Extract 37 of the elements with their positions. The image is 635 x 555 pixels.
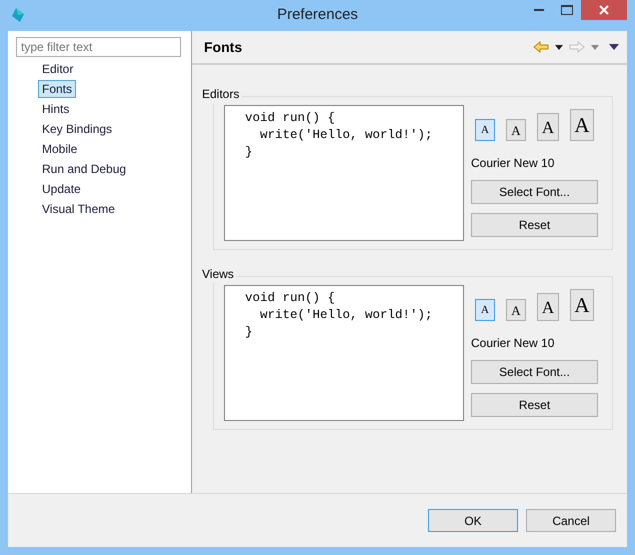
tree-item[interactable]: Mobile xyxy=(38,140,82,158)
tree-item[interactable]: Run and Debug xyxy=(38,160,130,178)
font-size-button[interactable]: A xyxy=(570,289,594,321)
close-icon xyxy=(599,5,609,15)
font-name: Courier New 10 xyxy=(471,156,556,170)
font-size-button[interactable]: A xyxy=(475,119,495,141)
font-size-button[interactable]: A xyxy=(475,299,495,321)
code-preview: void run() { write('Hello, world!'); } xyxy=(224,105,464,241)
font-size-button[interactable]: A xyxy=(537,293,559,321)
tree-item[interactable]: Visual Theme xyxy=(38,200,119,218)
tree-item[interactable]: Key Bindings xyxy=(38,120,116,138)
font-size-button[interactable]: A xyxy=(570,109,594,141)
window-title: Preferences xyxy=(276,5,359,26)
cancel-button[interactable]: Cancel xyxy=(526,509,616,532)
app-logo-icon xyxy=(10,7,26,23)
reset-button[interactable]: Reset xyxy=(471,213,598,237)
ok-button[interactable]: OK xyxy=(428,509,518,532)
select-font-button[interactable]: Select Font... xyxy=(471,180,598,204)
tree-item[interactable]: Hints xyxy=(38,100,74,118)
tree-item[interactable]: Fonts xyxy=(38,80,76,98)
maximize-icon xyxy=(561,5,573,15)
select-font-button[interactable]: Select Font... xyxy=(471,360,598,384)
caret-icon[interactable] xyxy=(555,44,563,50)
back-arrow-icon[interactable] xyxy=(533,41,549,53)
font-size-button[interactable]: A xyxy=(506,299,526,321)
view-menu-icon[interactable] xyxy=(609,44,619,50)
page-title: Fonts xyxy=(204,38,244,56)
code-preview: void run() { write('Hello, world!'); } xyxy=(224,285,464,421)
filter-field[interactable]: type filter text xyxy=(16,37,181,57)
font-size-button[interactable]: A xyxy=(537,113,559,141)
tree-item[interactable]: Update xyxy=(38,180,85,198)
font-name: Courier New 10 xyxy=(471,336,556,350)
close-button[interactable] xyxy=(581,0,627,20)
reset-button[interactable]: Reset xyxy=(471,393,598,417)
minimize-icon xyxy=(534,9,544,11)
font-size-button[interactable]: A xyxy=(506,119,526,141)
tree-item[interactable]: Editor xyxy=(38,60,78,78)
